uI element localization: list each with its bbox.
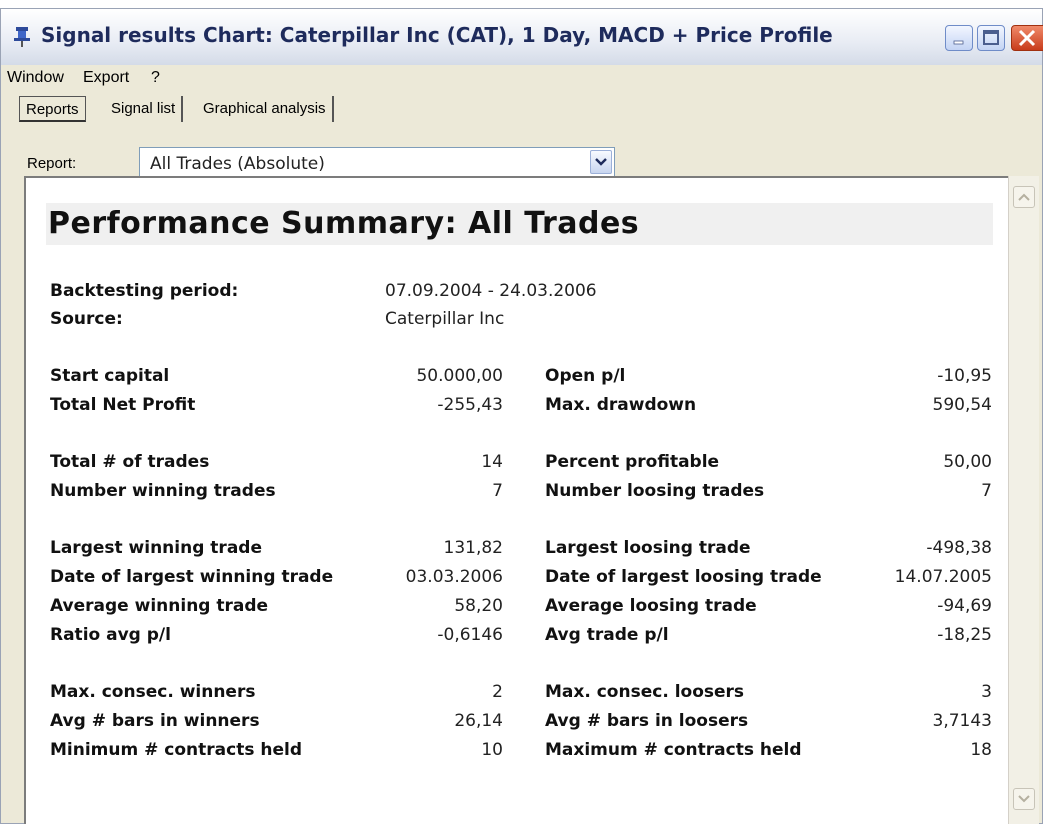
- maximize-button[interactable]: [977, 25, 1005, 51]
- stat-value: 14: [481, 452, 503, 472]
- dropdown-arrow-button[interactable]: [590, 150, 612, 174]
- stat-value: 26,14: [454, 711, 503, 731]
- stat-label: Date of largest loosing trade: [545, 567, 822, 587]
- scroll-down-button[interactable]: [1013, 788, 1035, 810]
- stat-value: -94,69: [937, 596, 992, 616]
- stat-label: Max. drawdown: [545, 395, 697, 415]
- stat-label: Minimum # contracts held: [50, 740, 302, 760]
- stat-value: -255,43: [437, 395, 503, 415]
- stat-label: Maximum # contracts held: [545, 740, 802, 760]
- pin-icon: [14, 27, 30, 47]
- stat-label: Total Net Profit: [50, 395, 196, 415]
- source-label: Source:: [50, 309, 123, 329]
- menu-bar: Window Export ?: [1, 65, 1042, 91]
- stat-label: Max. consec. winners: [50, 682, 256, 702]
- stat-label: Largest loosing trade: [545, 538, 751, 558]
- report-label: Report:: [27, 155, 77, 172]
- menu-export[interactable]: Export: [83, 69, 129, 87]
- chevron-up-icon: [1018, 193, 1030, 201]
- stat-value: -10,95: [937, 366, 992, 386]
- stat-value: -498,38: [926, 538, 992, 558]
- vertical-scrollbar[interactable]: [1008, 176, 1039, 824]
- chevron-down-icon: [1018, 795, 1030, 803]
- performance-summary-heading: Performance Summary: All Trades: [48, 206, 640, 241]
- stat-label: Avg # bars in loosers: [545, 711, 749, 731]
- stat-label: Max. consec. loosers: [545, 682, 745, 702]
- stat-value: 131,82: [443, 538, 503, 558]
- backtesting-period-value: 07.09.2004 - 24.03.2006: [385, 281, 597, 301]
- close-button[interactable]: [1011, 25, 1043, 51]
- maximize-icon: [983, 30, 999, 45]
- stat-value: 10: [481, 740, 503, 760]
- stat-value: 3,7143: [932, 711, 992, 731]
- menu-window[interactable]: Window: [7, 69, 64, 87]
- chevron-down-icon: [595, 158, 607, 166]
- close-icon: [1018, 29, 1036, 47]
- stat-label: Ratio avg p/l: [50, 625, 171, 645]
- minimize-button[interactable]: [945, 25, 973, 51]
- backtesting-period-label: Backtesting period:: [50, 281, 239, 301]
- stat-value: 03.03.2006: [405, 567, 503, 587]
- tab-strip: Reports Signal list Graphical analysis: [1, 93, 1042, 125]
- minimize-icon: [953, 40, 964, 45]
- stat-label: Number winning trades: [50, 481, 276, 501]
- stat-label: Number loosing trades: [545, 481, 765, 501]
- stat-value: -0,6146: [437, 625, 503, 645]
- stat-label: Percent profitable: [545, 452, 720, 472]
- report-dropdown[interactable]: All Trades (Absolute): [139, 147, 615, 177]
- stat-label: Start capital: [50, 366, 170, 386]
- stat-value: 7: [492, 481, 503, 501]
- stat-value: 50,00: [943, 452, 992, 472]
- stat-value: 2: [492, 682, 503, 702]
- stat-label: Open p/l: [545, 366, 626, 386]
- title-bar[interactable]: Signal results Chart: Caterpillar Inc (C…: [1, 9, 1043, 66]
- stat-label: Avg # bars in winners: [50, 711, 260, 731]
- stat-label: Avg trade p/l: [545, 625, 669, 645]
- stat-label: Total # of trades: [50, 452, 210, 472]
- stat-label: Largest winning trade: [50, 538, 262, 558]
- source-value: Caterpillar Inc: [385, 309, 505, 329]
- stat-value: 590,54: [932, 395, 992, 415]
- stat-value: 58,20: [454, 596, 503, 616]
- stat-value: 14.07.2005: [894, 567, 992, 587]
- stat-value: 50.000,00: [416, 366, 503, 386]
- tab-reports[interactable]: Reports: [19, 96, 86, 122]
- stat-label: Average loosing trade: [545, 596, 757, 616]
- scroll-up-button[interactable]: [1013, 186, 1035, 208]
- tab-signal-list[interactable]: Signal list: [105, 96, 184, 122]
- tab-graphical-analysis[interactable]: Graphical analysis: [197, 96, 334, 122]
- stat-label: Date of largest winning trade: [50, 567, 334, 587]
- stat-value: 3: [981, 682, 992, 702]
- stat-label: Average winning trade: [50, 596, 269, 616]
- report-dropdown-value: All Trades (Absolute): [150, 154, 325, 174]
- stat-value: 7: [981, 481, 992, 501]
- window-title: Signal results Chart: Caterpillar Inc (C…: [41, 23, 833, 47]
- stat-value: -18,25: [937, 625, 992, 645]
- stat-value: 18: [970, 740, 992, 760]
- menu-help[interactable]: ?: [151, 69, 160, 87]
